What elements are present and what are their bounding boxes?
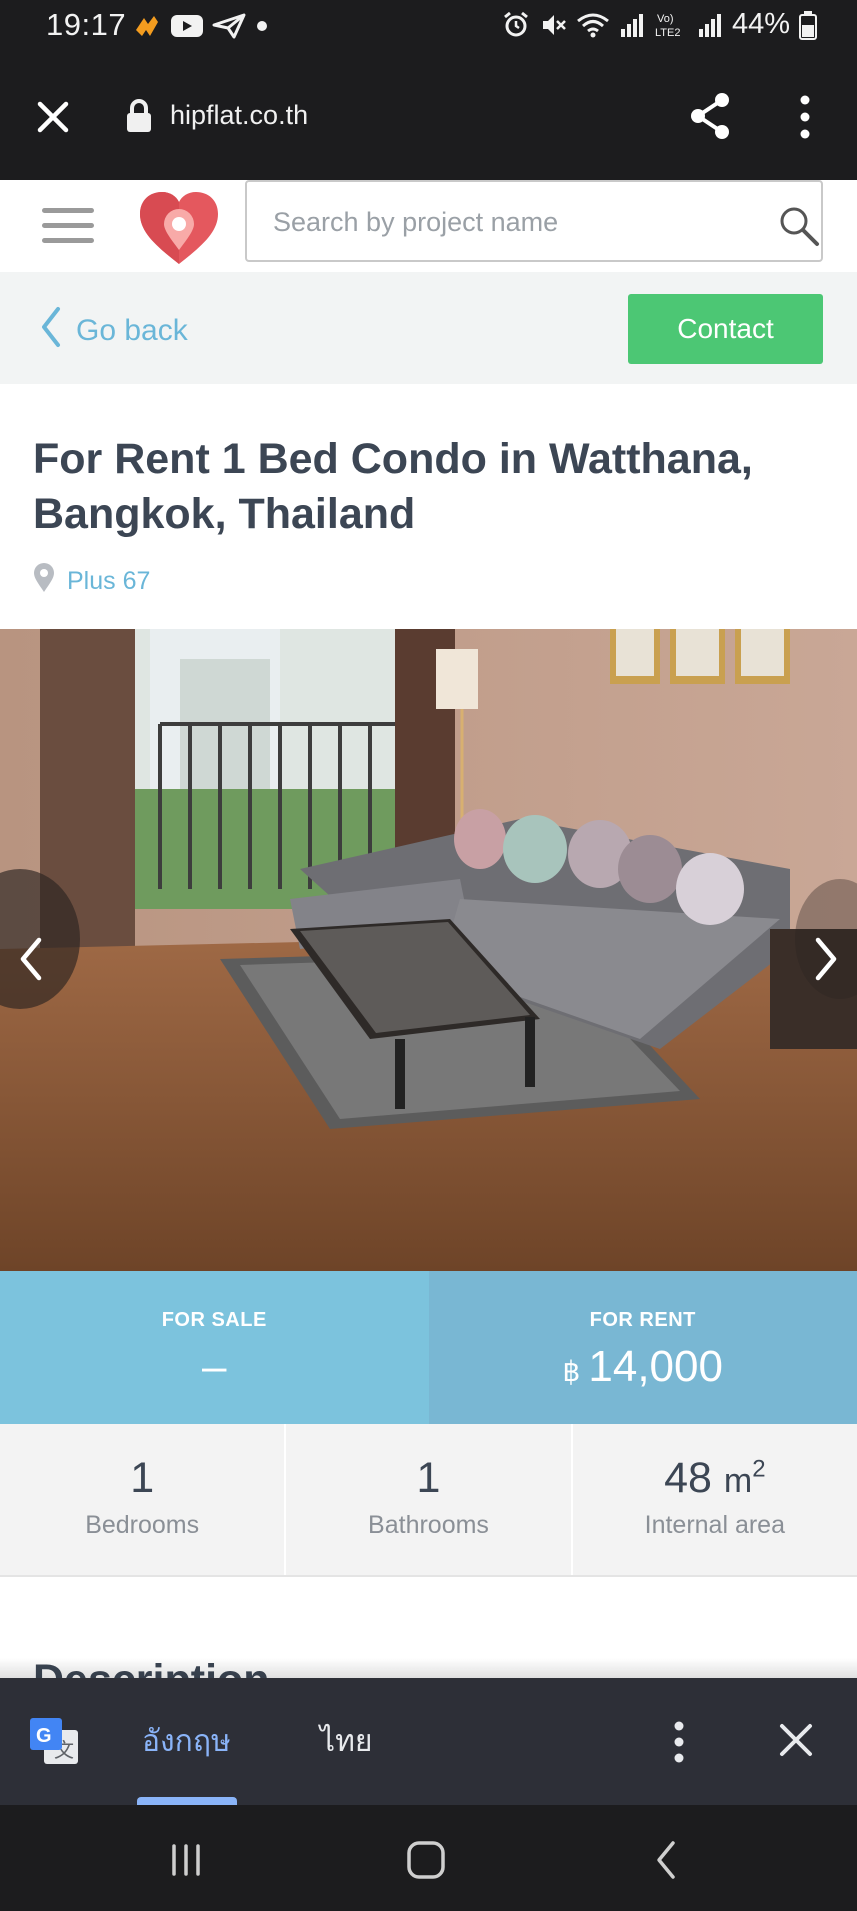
project-link[interactable]: Plus 67 — [33, 563, 150, 600]
app-notification-icon — [132, 12, 162, 40]
site-header — [0, 180, 857, 272]
go-back-link[interactable]: Go back — [40, 306, 188, 356]
translate-bar-shadow — [0, 1658, 857, 1678]
bedrooms-caption: Bedrooms — [85, 1511, 200, 1539]
hamburger-menu-icon[interactable] — [42, 208, 94, 248]
active-tab-indicator — [137, 1797, 237, 1805]
listing-title: For Rent 1 Bed Condo in Watthana, Bangko… — [33, 435, 753, 538]
sale-value: – — [202, 1342, 227, 1391]
lang-tab-thai[interactable]: ไทย — [320, 1718, 372, 1765]
battery-icon — [799, 10, 817, 40]
translate-bar: 文 G อังกฤษ ไทย — [0, 1678, 857, 1805]
volte-icon: Vo) LTE2 — [654, 10, 688, 40]
stat-internal-area: 48 m2 Internal area — [573, 1424, 857, 1575]
lock-icon — [124, 98, 154, 134]
area-value-row: 48 m2 — [573, 1454, 857, 1503]
rent-value: 14,000 — [588, 1342, 723, 1391]
carousel-prev-button[interactable] — [0, 919, 60, 999]
listing-photo-carousel[interactable] — [0, 629, 857, 1271]
search-icon[interactable] — [777, 204, 821, 248]
sale-label: FOR SALE — [161, 1309, 267, 1331]
map-pin-icon — [33, 563, 55, 600]
rent-label: FOR RENT — [589, 1309, 696, 1331]
browser-toolbar: hipflat.co.th — [0, 52, 857, 180]
dot-icon — [254, 18, 270, 34]
area-unit-sup: 2 — [752, 1455, 766, 1483]
translate-options-icon[interactable] — [666, 1718, 692, 1766]
listing-subheader: Go back Contact — [0, 272, 857, 384]
contact-button[interactable]: Contact — [628, 294, 823, 364]
more-options-icon[interactable] — [790, 92, 820, 142]
search-input[interactable] — [273, 200, 743, 244]
system-nav-bar — [0, 1805, 857, 1911]
svg-text:LTE2: LTE2 — [655, 27, 680, 39]
battery-percent: 44% — [731, 8, 790, 40]
signal-icon — [697, 11, 723, 39]
area-caption: Internal area — [644, 1511, 785, 1539]
svg-text:Vo): Vo) — [657, 13, 674, 25]
alarm-icon — [502, 11, 530, 39]
currency-symbol: ฿ — [562, 1356, 581, 1387]
price-band: FOR SALE – FOR RENT ฿ 14,000 — [0, 1271, 857, 1424]
close-icon[interactable] — [776, 1720, 816, 1760]
lang-tab-english[interactable]: อังกฤษ — [142, 1718, 231, 1765]
carousel-next-button[interactable] — [797, 919, 857, 999]
mute-icon — [539, 11, 567, 39]
close-tab-icon[interactable] — [30, 94, 76, 140]
hipflat-logo[interactable] — [136, 188, 222, 268]
home-icon[interactable] — [396, 1835, 456, 1885]
telegram-icon — [212, 13, 246, 39]
signal-icon — [619, 11, 645, 39]
youtube-icon — [170, 13, 204, 39]
project-name: Plus 67 — [67, 567, 151, 595]
url-text[interactable]: hipflat.co.th — [170, 100, 308, 131]
stat-bathrooms: 1 Bathrooms — [286, 1424, 573, 1575]
listing-photo — [0, 629, 857, 1271]
rent-value-row: ฿ 14,000 — [563, 1342, 723, 1392]
wifi-icon — [576, 11, 610, 39]
rent-price-panel: FOR RENT ฿ 14,000 — [428, 1271, 857, 1424]
status-time: 19:17 — [46, 7, 127, 42]
chevron-left-icon — [40, 306, 62, 356]
stat-bedrooms: 1 Bedrooms — [0, 1424, 287, 1575]
bathrooms-value: 1 — [416, 1454, 441, 1502]
chevron-right-icon — [815, 937, 837, 981]
status-bar: 19:17 Vo) LTE2 44% — [0, 0, 857, 52]
sale-price-panel: FOR SALE – — [0, 1271, 429, 1424]
recent-apps-icon[interactable] — [156, 1835, 216, 1885]
chevron-left-icon — [20, 937, 42, 981]
share-icon[interactable] — [686, 90, 734, 142]
bathrooms-caption: Bathrooms — [368, 1511, 489, 1539]
property-stats: 1 Bedrooms 1 Bathrooms 48 m2 Internal ar… — [0, 1424, 857, 1577]
google-translate-icon: 文 G — [28, 1716, 80, 1768]
search-box[interactable] — [245, 180, 823, 262]
go-back-label: Go back — [76, 314, 188, 347]
svg-text:G: G — [36, 1725, 52, 1747]
bedrooms-value: 1 — [130, 1454, 155, 1502]
back-icon[interactable] — [636, 1835, 696, 1885]
area-unit: m — [723, 1462, 753, 1500]
area-value: 48 — [664, 1454, 712, 1502]
